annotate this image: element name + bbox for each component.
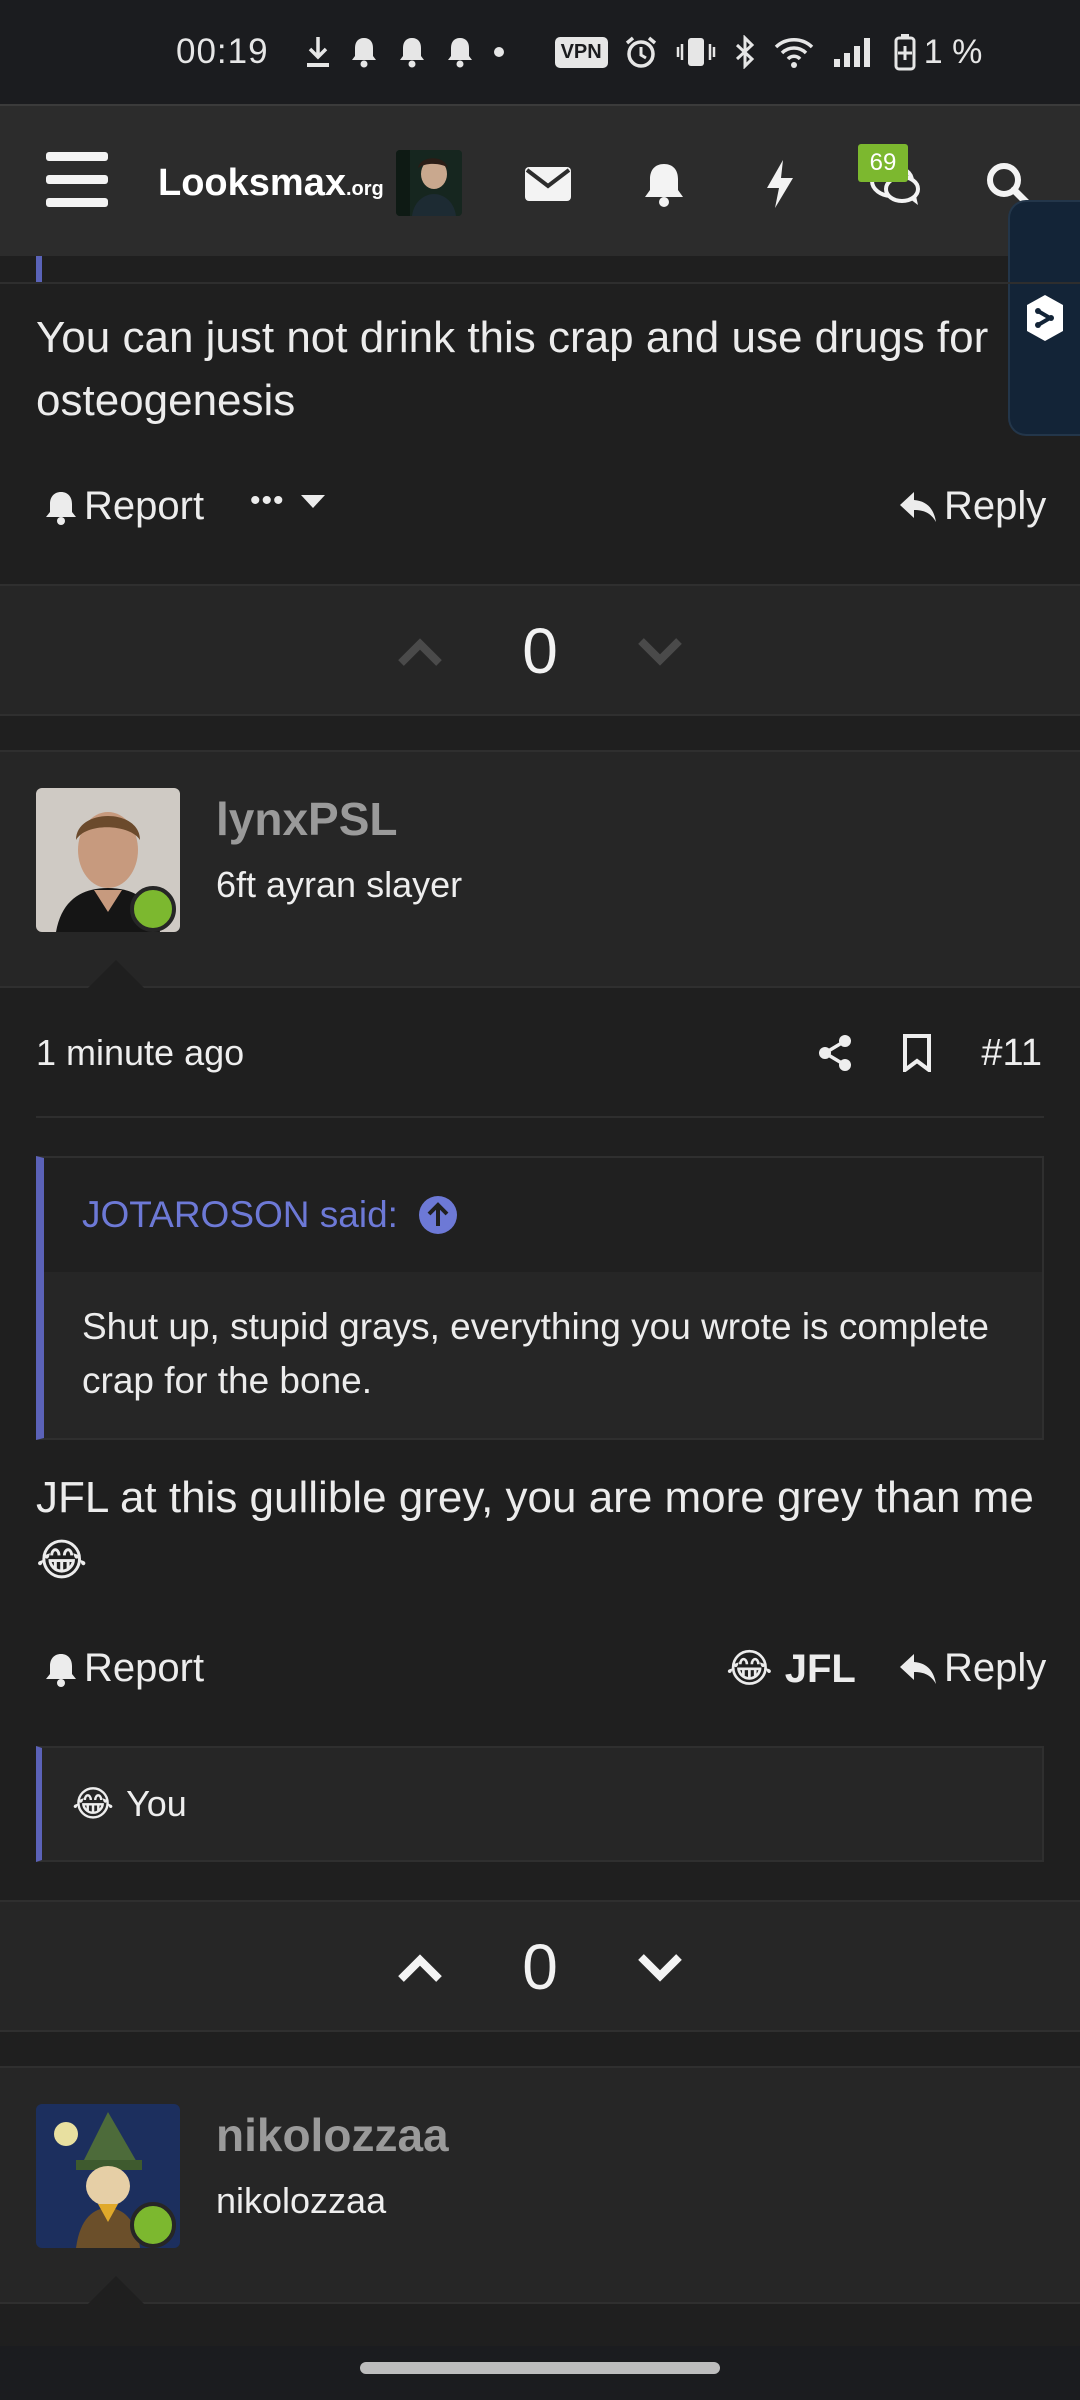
battery-icon <box>894 32 916 72</box>
post-timestamp[interactable]: 1 minute ago <box>36 1032 244 1074</box>
reply-button[interactable]: Reply <box>898 1646 1046 1691</box>
wifi-icon <box>774 32 814 72</box>
post-user-block: lynxPSL 6ft ayran slayer <box>0 750 1080 988</box>
downvote-chevron-down-icon[interactable] <box>630 1940 690 1996</box>
download-icon <box>305 32 331 72</box>
vibrate-icon <box>676 32 716 72</box>
user-block-caret <box>88 2276 144 2304</box>
dot-icon <box>493 32 505 72</box>
bell-icon[interactable] <box>632 154 696 214</box>
bell-icon <box>445 32 475 72</box>
divider <box>0 282 1080 284</box>
go-to-quote-arrow-up-icon[interactable] <box>418 1195 458 1235</box>
post-body: JFL at this gullible grey, you are more … <box>36 1466 1046 1592</box>
site-logo[interactable]: Looksmax.org <box>158 162 384 205</box>
reply-button[interactable]: Reply <box>898 484 1046 529</box>
report-label: Report <box>84 1646 205 1690</box>
downvote-chevron-down-icon[interactable] <box>630 624 690 680</box>
vote-bar: 0 <box>0 1900 1080 2032</box>
user-title: nikolozzaa <box>216 2180 387 2221</box>
online-status-icon <box>130 2202 176 2248</box>
more-icon: ••• <box>250 484 285 517</box>
menu-icon[interactable] <box>46 152 108 208</box>
quote-accent-bar <box>36 256 42 282</box>
notification-badge[interactable]: 69 <box>858 144 908 182</box>
bell-icon <box>349 32 379 72</box>
reaction-summary-text: You <box>126 1783 187 1824</box>
app-header: Looksmax.org <box>0 104 1080 256</box>
reaction-jfl-button[interactable]: 😂 JFL <box>726 1646 856 1692</box>
reaction-label: JFL <box>784 1646 856 1691</box>
divider <box>36 1116 1044 1118</box>
upvote-chevron-up-icon[interactable] <box>390 624 450 680</box>
status-bar: 00:19 VPN 1 % <box>0 0 1080 104</box>
bookmark-icon[interactable] <box>892 1028 942 1078</box>
quote-text: Shut up, stupid grays, everything you wr… <box>82 1306 989 1401</box>
post-body-text: JFL at this gullible grey, you are more … <box>36 1473 1034 1522</box>
signal-icon <box>832 32 876 72</box>
chevron-down-icon <box>300 495 325 508</box>
username[interactable]: lynxPSL <box>216 792 398 846</box>
quote-author[interactable]: JOTAROSON said: <box>44 1158 1042 1272</box>
vote-count: 0 <box>522 1931 558 2003</box>
user-title: 6ft ayran slayer <box>216 864 463 905</box>
quote-author-label: JOTAROSON said: <box>82 1194 398 1235</box>
vpn-icon: VPN <box>554 36 608 68</box>
avatar[interactable] <box>396 150 462 216</box>
report-button[interactable]: Report <box>44 484 204 529</box>
username[interactable]: nikolozzaa <box>216 2108 449 2162</box>
share-icon[interactable] <box>810 1028 860 1078</box>
online-status-icon <box>130 886 176 932</box>
reply-label: Reply <box>944 1646 1047 1690</box>
report-label: Report <box>84 484 205 528</box>
status-time: 00:19 <box>176 32 269 71</box>
post-number[interactable]: #11 <box>981 1032 1042 1075</box>
bolt-icon[interactable] <box>748 154 812 214</box>
reply-label: Reply <box>944 484 1047 528</box>
reaction-summary[interactable]: 😂 You <box>36 1746 1044 1862</box>
envelope-icon[interactable] <box>516 154 580 214</box>
bell-icon <box>397 32 427 72</box>
tears-of-joy-emoji-icon: 😂 <box>72 1783 115 1824</box>
post-meta-row: 1 minute ago #11 <box>0 994 1080 1114</box>
report-button[interactable]: Report <box>44 1646 204 1691</box>
reply-icon <box>900 1653 936 1684</box>
battery-percent: 1 % <box>923 32 983 71</box>
bluetooth-icon <box>734 32 756 72</box>
reply-icon <box>900 491 936 522</box>
quote-block: JOTAROSON said: Shut up, stupid grays, e… <box>36 1156 1044 1440</box>
alarm-icon <box>624 32 658 72</box>
post-user-block: nikolozzaa nikolozzaa <box>0 2066 1080 2304</box>
more-options-button[interactable]: ••• <box>250 484 333 518</box>
vote-count: 0 <box>522 615 558 687</box>
user-block-caret <box>88 960 144 988</box>
bell-icon <box>46 1653 76 1687</box>
post-body: You can just not drink this crap and use… <box>36 313 989 425</box>
bell-icon <box>46 491 76 525</box>
tears-of-joy-emoji-icon: 😂 <box>36 1536 88 1585</box>
tears-of-joy-emoji-icon: 😂 <box>726 1647 773 1691</box>
upvote-chevron-up-icon[interactable] <box>390 1940 450 1996</box>
gesture-handle[interactable] <box>360 2362 720 2374</box>
vote-bar: 0 <box>0 584 1080 716</box>
